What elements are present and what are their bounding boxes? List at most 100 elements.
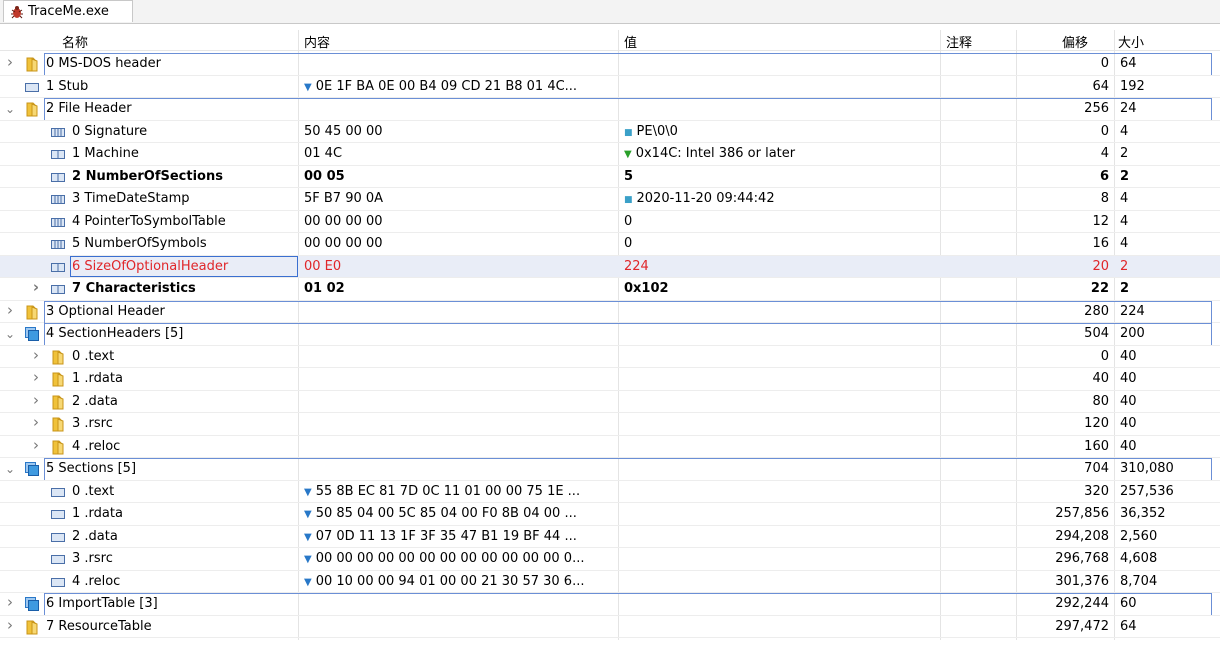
row-size: 4 [1120,236,1129,251]
tree-row[interactable]: › 7 Characteristics 01 02 0x102 22 2 [0,278,1220,301]
dropdown-arrow-icon[interactable]: ▼ [304,487,312,498]
col-offset-header[interactable]: 偏移 [1062,32,1088,51]
tree-row[interactable]: ⌄ 2 File Header 256 24 [0,98,1220,121]
chevron-right-icon[interactable]: › [4,617,16,632]
row-size: 40 [1120,416,1137,431]
tree-row[interactable]: 0 Signature 50 45 00 00 ■ PE\0\0 0 4 [0,121,1220,143]
tree-row[interactable]: › 3 Optional Header 280 224 [0,300,1220,323]
tree-row[interactable]: › 1 .rdata 40 40 [0,368,1220,391]
marker-icon: ■ [624,195,633,205]
tree-row[interactable]: 3 .rsrc ▼ 00 00 00 00 00 00 00 00 00 00 00… [0,548,1220,571]
tree-row[interactable]: › 6 ImportTable [3] 292,244 60 [0,593,1220,616]
col-comment-header[interactable]: 注释 [946,32,972,51]
chevron-right-icon[interactable]: › [4,55,16,70]
row-offset: 8 [1100,191,1109,206]
row-value: 0 [624,236,632,252]
row-content-text: 00 00 00 00 [304,236,383,251]
row-offset: 320 [1084,483,1109,499]
tree-row[interactable]: › 2 .data 80 40 [0,391,1220,413]
row-offset: 297,472 [1055,618,1109,634]
folder-icon [50,439,66,455]
chevron-down-icon[interactable]: ⌄ [4,462,16,476]
chevron-right-icon[interactable]: › [30,280,42,295]
row-size: 40 [1120,348,1137,364]
row-content-text: 00 00 00 00 [304,213,383,229]
row-content: 00 E0 [304,259,341,275]
tree-row[interactable]: 6 SizeOfOptionalHeader 00 E0 224 20 2 [0,255,1220,278]
row-content: 50 45 00 00 [304,124,383,140]
tree-row[interactable]: › 3 .rsrc 120 40 [0,413,1220,436]
col-value-header[interactable]: 值 [624,32,637,51]
block-icon [50,529,66,545]
row-name: 3 .rsrc [72,416,113,431]
tree-row[interactable]: › 4 .reloc 160 40 [0,436,1220,458]
dropdown-arrow-icon[interactable]: ▼ [304,82,312,93]
row-name: 3 .rsrc [72,551,113,566]
folder-icon [50,371,66,387]
field2-icon [50,146,66,162]
tree-row[interactable]: 1 .rdata ▼ 50 85 04 00 5C 85 04 00 F0 8B 0… [0,503,1220,526]
tree-row[interactable]: 2 NumberOfSections 00 05 5 6 2 [0,166,1220,188]
field-icon [50,124,66,140]
row-content: 01 02 [304,281,345,297]
chevron-right-icon[interactable]: › [30,415,42,430]
row-value-text: 0 [624,213,633,229]
row-value-text: 0x14C: Intel 386 or later [635,146,796,161]
chevron-right-icon[interactable]: › [30,437,42,452]
row-content-text: 5F B7 90 0A [304,191,384,206]
row-content: 01 4C [304,146,342,162]
row-value-text: 0x102 [624,281,669,296]
chevron-right-icon[interactable]: › [4,595,16,610]
folder-icon [24,56,40,72]
chevron-down-icon[interactable]: ⌄ [4,102,16,116]
col-content-header[interactable]: 内容 [304,32,330,51]
row-name: 3 TimeDateStamp [72,191,190,206]
dropdown-arrow-icon[interactable]: ▼ [304,532,312,543]
tree-row[interactable]: 1 Machine 01 4C ▼ 0x14C: Intel 386 or later… [0,143,1220,166]
row-value: 224 [624,259,649,275]
tree-row[interactable]: 0 .text ▼ 55 8B EC 81 7D 0C 11 01 00 00 75… [0,481,1220,503]
chevron-right-icon[interactable]: › [4,302,16,317]
tree-row[interactable]: 4 PointerToSymbolTable 00 00 00 00 0 12 4 [0,211,1220,233]
block-icon [50,484,66,500]
tree-row[interactable]: 4 .reloc ▼ 00 10 00 00 94 01 00 00 21 30 5… [0,571,1220,593]
row-name: 0 .text [72,483,115,499]
column-header-row: 名称 内容 值 注释 偏移 大小 [0,30,1220,51]
tree-row[interactable]: 1 Stub ▼ 0E 1F BA 0E 00 B4 09 CD 21 B8 01 … [0,76,1220,98]
row-value: ▼ 0x14C: Intel 386 or later [624,146,795,163]
row-offset: 0 [1100,123,1109,139]
dropdown-arrow-icon[interactable]: ▼ [304,509,312,520]
row-content-text: 01 4C [304,146,343,161]
tree-row[interactable]: ⌄ 5 Sections [5] 704 310,080 [0,458,1220,481]
chevron-right-icon[interactable]: › [30,347,42,362]
chevron-right-icon[interactable]: › [30,392,42,407]
row-size: 40 [1120,371,1137,386]
row-content-text: 00 05 [304,168,345,184]
row-value-text: PE\0\0 [636,123,678,139]
tree-row[interactable]: 5 NumberOfSymbols 00 00 00 00 0 16 4 [0,233,1220,256]
row-offset: 120 [1084,416,1109,431]
dropdown-arrow-icon[interactable]: ▼ [624,149,632,160]
dropdown-arrow-icon[interactable]: ▼ [304,577,312,588]
row-content: 00 05 [304,169,345,185]
col-name-header[interactable]: 名称 [62,32,88,51]
folder-icon [24,101,40,117]
tree-row[interactable]: › 0 .text 0 40 [0,346,1220,368]
dropdown-arrow-icon[interactable]: ▼ [304,554,312,565]
tree-row[interactable]: ⌄ 4 SectionHeaders [5] 504 200 [0,323,1220,346]
row-value-text: 5 [624,168,634,184]
tree-row[interactable]: › 0 MS-DOS header 0 64 [0,53,1220,76]
tree-row[interactable]: › 7 ResourceTable 297,472 64 [0,616,1220,638]
row-size: 192 [1120,78,1145,94]
row-content: 5F B7 90 0A [304,191,383,207]
tree-row[interactable]: 3 TimeDateStamp 5F B7 90 0A ■ 2020-11-20 09… [0,188,1220,211]
row-size: 40 [1120,393,1137,409]
document-tab[interactable]: TraceMe.exe [3,0,133,22]
field2-icon [50,259,66,275]
chevron-down-icon[interactable]: ⌄ [4,327,16,341]
row-name: 4 SectionHeaders [5] [46,326,184,341]
row-size: 224 [1120,303,1145,319]
chevron-right-icon[interactable]: › [30,370,42,385]
col-size-header[interactable]: 大小 [1118,32,1144,51]
tree-row[interactable]: 2 .data ▼ 07 0D 11 13 1F 3F 35 47 B1 19 BF… [0,526,1220,548]
